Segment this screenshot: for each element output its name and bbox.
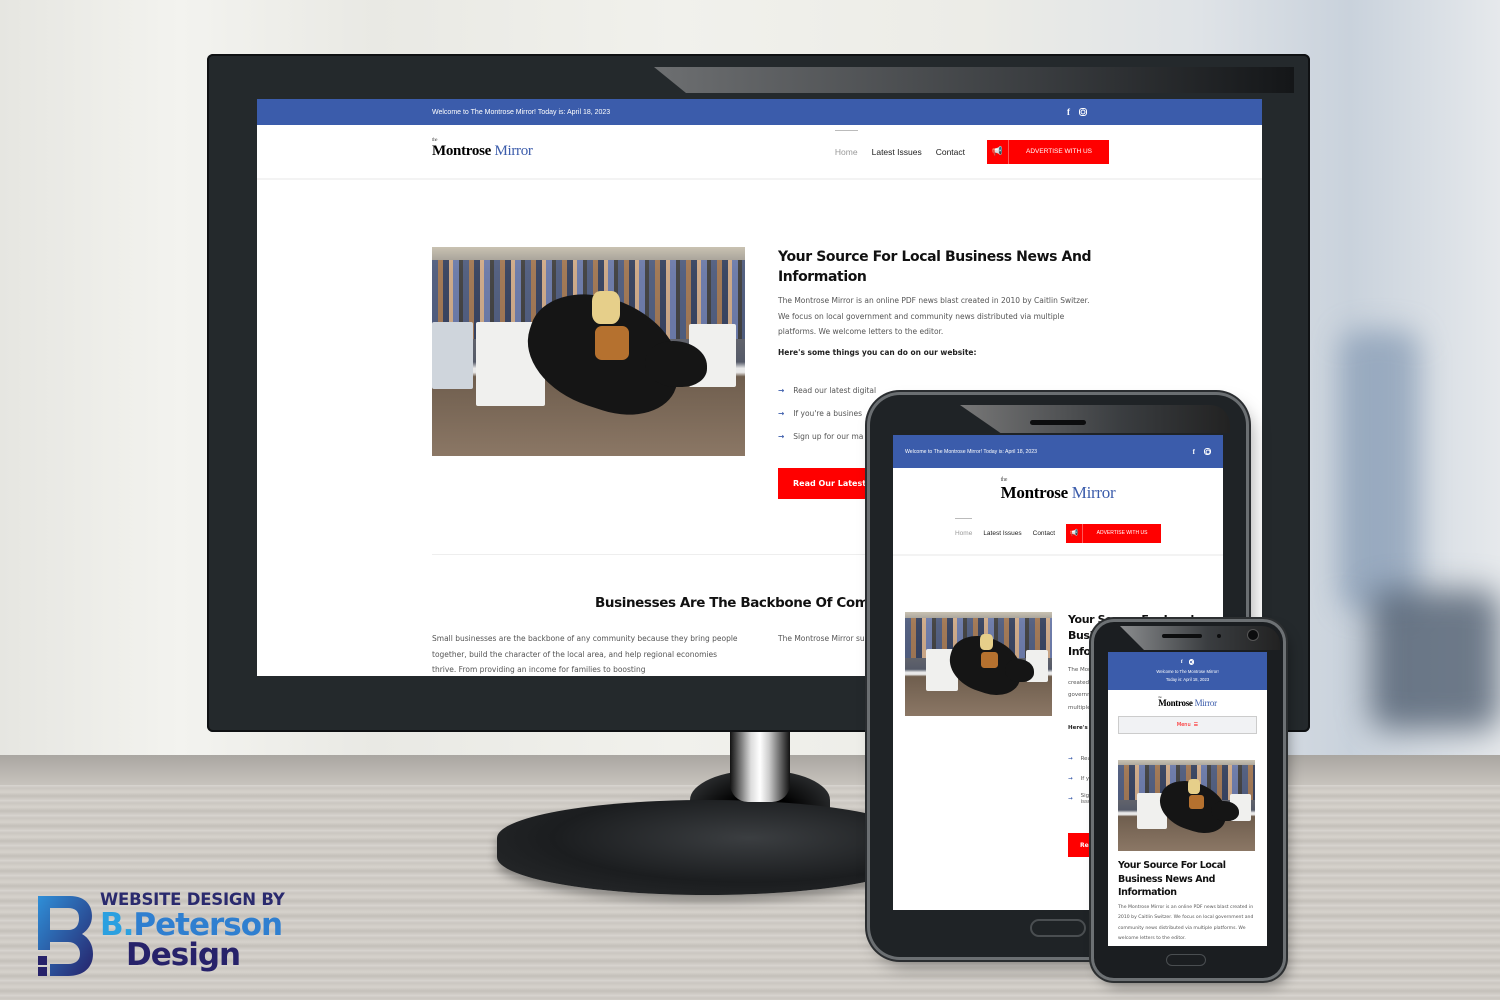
photo-bull-head — [1004, 658, 1035, 682]
arrow-right-icon: → — [1068, 776, 1073, 782]
nav-contact[interactable]: Contact — [1033, 530, 1055, 537]
arrow-right-icon: → — [778, 385, 785, 395]
advertise-button[interactable]: 📢 Advertise With Us — [987, 139, 1109, 164]
logo-mirror: Mirror — [494, 143, 533, 159]
photo-rider-chaps — [1189, 794, 1205, 810]
instagram-icon[interactable] — [1188, 659, 1195, 665]
site-logo[interactable]: the Montrose Mirror — [1158, 695, 1218, 708]
logo-montrose: Montrose — [432, 143, 491, 159]
hamburger-icon: ☰ — [1193, 722, 1199, 728]
topbar-welcome-text: Welcome to The Montrose Mirror! Today is… — [905, 448, 1038, 455]
hero-paragraph: The Montrose Mirror is an online PDF new… — [778, 296, 1090, 336]
tablet-home-button — [1030, 919, 1086, 937]
logo-mirror: Mirror — [1194, 698, 1218, 708]
instagram-icon[interactable] — [1079, 108, 1087, 116]
nav-latest-issues[interactable]: Latest Issues — [983, 530, 1021, 537]
megaphone-icon: 📢 — [987, 139, 1009, 164]
facebook-icon[interactable]: f — [1193, 447, 1195, 457]
logo-montrose: Montrose — [1000, 483, 1068, 502]
photo-rider — [1187, 779, 1201, 794]
logo-the: the — [432, 138, 438, 143]
site-logo[interactable]: the Montrose Mirror — [432, 138, 533, 160]
mobile-menu-button[interactable]: Menu ☰ — [1118, 716, 1257, 734]
topbar-welcome-line2: Today is: April 18, 2023 — [1165, 677, 1210, 682]
site-header: the Montrose Mirror — [1108, 690, 1267, 716]
photo-banner — [432, 322, 473, 390]
topbar: Welcome to The Montrose Mirror! Today is… — [893, 435, 1223, 468]
branding-design-word: Design — [126, 937, 241, 973]
monitor-glare — [654, 67, 1294, 93]
megaphone-icon: 📢 — [1066, 523, 1084, 543]
mobile-menu-label: Menu — [1176, 722, 1191, 728]
tablet-speaker — [1030, 420, 1086, 425]
advertise-label: Advertise With Us — [1096, 530, 1148, 536]
photo-rider — [591, 290, 620, 325]
phone-home-button — [1166, 954, 1206, 966]
tablet-glare — [960, 405, 1230, 433]
nav-home[interactable]: Home — [834, 129, 858, 157]
section-col1-text: Small businesses are the backbone of any… — [432, 634, 738, 674]
hero-image — [432, 247, 745, 456]
logo-the: the — [1000, 477, 1008, 483]
phone-camera — [1248, 630, 1258, 640]
photo-rider-chaps — [981, 651, 998, 669]
background-window-blur — [1340, 330, 1420, 610]
header-divider — [893, 548, 1223, 556]
social-links: f — [1181, 658, 1195, 666]
site-header: the Montrose Mirror Home Latest Issues C… — [257, 125, 1262, 180]
logo-mirror: Mirror — [1071, 483, 1116, 502]
phone-speaker — [1162, 634, 1202, 638]
logo-montrose: Montrose — [1158, 698, 1193, 708]
arrow-right-icon: → — [778, 431, 785, 441]
instagram-icon[interactable] — [1204, 448, 1211, 455]
background-chair-blur — [1370, 590, 1500, 730]
photo-rider — [979, 633, 994, 651]
hero-paragraph: The Montrose Mirror is an online PDF new… — [1118, 904, 1254, 942]
advertise-button[interactable]: 📢 Advertise With Us — [1066, 523, 1162, 543]
main-nav: Home Latest Issues Contact 📢 Advertise W… — [834, 129, 1109, 164]
list-item-text: Sign up for our ma — [793, 431, 864, 441]
section-title: Businesses Are The Backbone Of Comr — [595, 595, 875, 611]
hero-title: Your Source For Local Business News And … — [1118, 860, 1226, 898]
topbar: Welcome to The Montrose Mirror! Today is… — [257, 99, 1262, 125]
list-item-text: Read our latest digital — [793, 385, 877, 395]
phone-sensor — [1217, 634, 1221, 638]
social-links: f — [1193, 447, 1211, 457]
main-nav: Home Latest Issues Contact 📢 Advertise W… — [893, 517, 1223, 548]
social-links: f — [1067, 107, 1087, 117]
advertise-label: Advertise With Us — [1026, 148, 1092, 155]
site-header: the Montrose Mirror — [893, 468, 1223, 518]
monitor-stand-neck — [730, 732, 790, 802]
list-item-text: If you're a busines — [793, 408, 863, 418]
arrow-right-icon: → — [1068, 756, 1073, 762]
monitor-stand-base — [497, 800, 917, 895]
hero-image — [1118, 760, 1255, 851]
hero-title: Your Source For Local Business News And … — [778, 249, 1092, 285]
logo-the: the — [1158, 695, 1162, 699]
facebook-icon[interactable]: f — [1181, 658, 1183, 666]
nav-latest-issues[interactable]: Latest Issues — [872, 147, 922, 157]
hero-subheading: Here's some things you can do on our web… — [778, 347, 977, 357]
facebook-icon[interactable]: f — [1067, 107, 1070, 117]
phone-device: f Welcome to The Montrose Mirror! Today … — [1094, 622, 1283, 978]
arrow-right-icon: → — [1068, 796, 1073, 802]
topbar: f Welcome to The Montrose Mirror! Today … — [1108, 652, 1267, 690]
bp-design-logo-icon — [38, 896, 93, 976]
nav-contact[interactable]: Contact — [936, 147, 965, 157]
hero-content: Your Source For Local Business News And … — [1118, 859, 1263, 945]
topbar-welcome-text: Welcome to The Montrose Mirror! Today is… — [432, 108, 611, 116]
photo-rider-chaps — [594, 326, 630, 360]
photo-bull-head — [1211, 800, 1239, 821]
nav-home[interactable]: Home — [954, 517, 973, 537]
phone-screen: f Welcome to The Montrose Mirror! Today … — [1108, 652, 1267, 946]
designer-branding: WEBSITE DESIGN BY B.Peterson Design — [36, 890, 326, 985]
topbar-welcome-line1: Welcome to The Montrose Mirror! — [1156, 669, 1219, 674]
site-logo[interactable]: the Montrose Mirror — [1000, 477, 1116, 503]
hero-image — [905, 612, 1052, 716]
arrow-right-icon: → — [778, 408, 785, 418]
